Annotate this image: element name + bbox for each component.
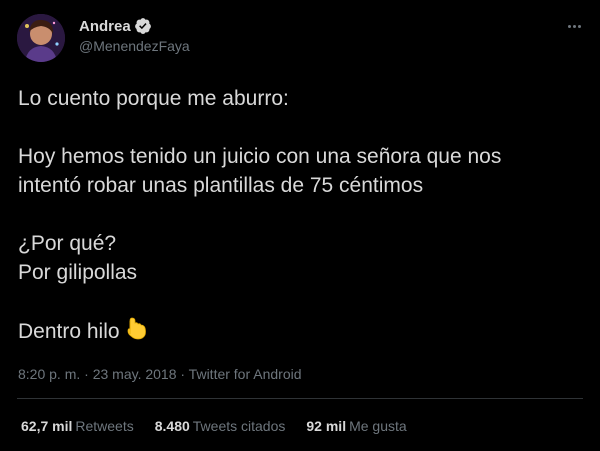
pointing-down-emoji-icon <box>127 317 146 340</box>
tweet-line: Lo cuento porque me aburro: <box>18 87 289 110</box>
quotes-stat[interactable]: 8.480 Tweets citados <box>155 418 286 434</box>
divider <box>17 398 583 399</box>
likes-label: Me gusta <box>349 418 407 434</box>
author-name[interactable]: Andrea <box>79 17 152 35</box>
tweet-line: Por gilipollas <box>18 261 138 284</box>
likes-stat[interactable]: 92 mil Me gusta <box>306 418 406 434</box>
tweet-line: ¿Por qué? <box>18 232 117 255</box>
retweets-count: 62,7 mil <box>21 418 73 434</box>
retweets-stat[interactable]: 62,7 mil Retweets <box>21 418 134 434</box>
author-avatar[interactable] <box>17 14 65 62</box>
author-name-text[interactable]: Andrea <box>79 18 131 35</box>
tweet-line-last: Dentro hilo <box>18 316 578 346</box>
quotes-count: 8.480 <box>154 418 190 434</box>
likes-count: 92 mil <box>306 418 347 434</box>
tweet-line: intentó robar unas plantillas de 75 cént… <box>18 174 424 197</box>
author-handle[interactable]: @MenendezFaya <box>79 38 190 54</box>
tweet-line: Hoy hemos tenido un juicio con una señor… <box>18 145 502 168</box>
tweet-text: Lo cuento porque me aburro: Hoy hemos te… <box>18 84 578 346</box>
quotes-label: Tweets citados <box>192 418 286 434</box>
retweets-label: Retweets <box>75 418 134 434</box>
verified-badge-icon <box>134 18 151 34</box>
tweet-stats: 62,7 mil Retweets 8.480 Tweets citados 92 … <box>21 418 407 434</box>
tweet-timestamp[interactable]: 8:20 p. m. · 23 may. 2018 · Twitter for … <box>18 366 302 382</box>
more-options-icon[interactable] <box>562 16 586 36</box>
tweet-card: Andrea @MenendezFaya Lo cuento porque me… <box>0 0 600 451</box>
tweet-line: Dentro hilo <box>18 320 120 343</box>
